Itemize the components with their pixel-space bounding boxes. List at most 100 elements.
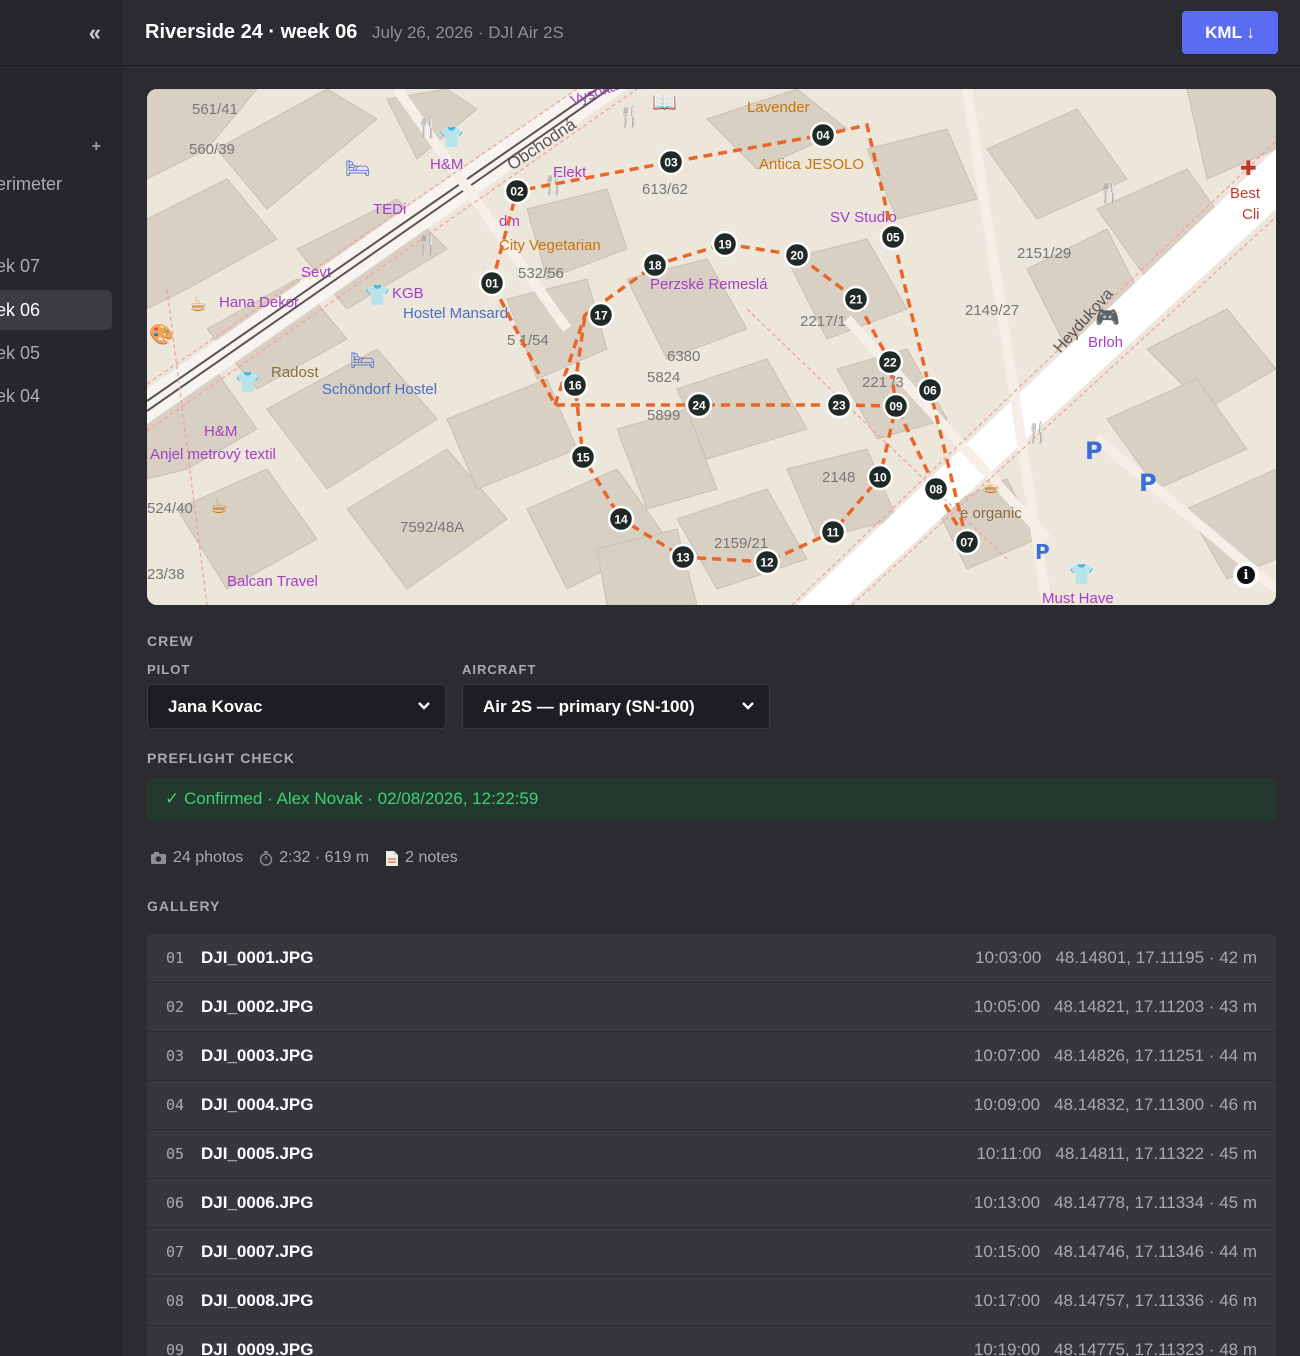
route-marker[interactable]: 10 [866, 463, 894, 491]
photo-filename: DJI_0009.JPG [201, 1340, 314, 1356]
page-header: Riverside 24 · week 06 July 26, 2026 · D… [123, 0, 1300, 66]
aircraft-label: AIRCRAFT [462, 662, 537, 677]
route-marker[interactable]: 02 [503, 177, 531, 205]
sidebar-item-week-05[interactable]: ek 05 [0, 333, 112, 373]
route-marker-label: 24 [692, 399, 706, 413]
route-marker-label: 23 [832, 399, 846, 413]
route-marker[interactable]: 03 [657, 148, 685, 176]
route-marker[interactable]: 09 [882, 392, 910, 420]
gallery-row[interactable]: 03 DJI_0003.JPG 10:07:00 48.14826, 17.11251… [147, 1032, 1276, 1081]
map-label: e organic [960, 505, 1022, 522]
route-marker-label: 16 [568, 379, 582, 393]
photo-coords: 48.14778, 17.11334 · 45 m [1054, 1193, 1257, 1212]
map-label: 5 1/54 [507, 332, 549, 349]
map-label: Antica JESOLO [759, 156, 864, 173]
cafe-icon: ☕ [189, 292, 207, 316]
crew-section-label: CREW [147, 633, 194, 649]
route-marker[interactable]: 22 [876, 348, 904, 376]
clothes-icon: 👕 [235, 370, 260, 394]
photo-time: 10:15:00 [973, 1242, 1041, 1261]
clothes-icon: 👕 [1069, 562, 1094, 586]
gallery-list: 01 DJI_0001.JPG 10:03:00 48.14801, 17.11195… [147, 934, 1276, 1356]
gallery-row[interactable]: 04 DJI_0004.JPG 10:09:00 48.14832, 17.11300… [147, 1081, 1276, 1130]
photo-time: 10:11:00 [976, 1144, 1042, 1163]
aircraft-select-value: Air 2S — primary (SN-100) [483, 696, 695, 716]
route-marker[interactable]: 20 [783, 241, 811, 269]
hotel-icon: 🛏 [345, 156, 370, 180]
route-marker[interactable]: 21 [842, 285, 870, 313]
route-marker[interactable]: 04 [809, 121, 837, 149]
photo-meta: 10:07:00 48.14826, 17.11251 · 44 m [974, 1046, 1257, 1066]
flight-map[interactable]: Obchodná Heydukova Vysoká 561/41 560/39 … [147, 89, 1276, 605]
map-label: Perzské Remeslá [650, 276, 768, 293]
sidebar-item-week-07[interactable]: ek 07 [0, 246, 112, 286]
aircraft-select[interactable]: Air 2S — primary (SN-100) [462, 684, 770, 729]
route-marker[interactable]: 17 [587, 301, 615, 329]
photo-meta: 10:05:00 48.14821, 17.11203 · 43 m [974, 997, 1257, 1017]
sidebar-item-week-06[interactable]: ek 06 [0, 290, 112, 330]
route-marker[interactable]: 05 [879, 223, 907, 251]
photo-filename: DJI_0001.JPG [201, 948, 314, 967]
route-marker[interactable]: 24 [685, 391, 713, 419]
map-label: 5899 [647, 407, 680, 424]
photo-index: 08 [166, 1292, 185, 1310]
photo-filename: DJI_0006.JPG [201, 1193, 314, 1212]
gallery-row[interactable]: 02 DJI_0002.JPG 10:05:00 48.14821, 17.11203… [147, 983, 1276, 1032]
map-label: Schöndorf Hostel [322, 381, 437, 398]
gallery-row[interactable]: 06 DJI_0006.JPG 10:13:00 48.14778, 17.11334… [147, 1179, 1276, 1228]
route-marker[interactable]: 14 [607, 505, 635, 533]
map-label: Cli [1242, 206, 1260, 223]
preflight-status-text: ✓ Confirmed · Alex Novak · 02/08/2026, 1… [165, 789, 539, 808]
map-label: 2159/21 [714, 535, 768, 552]
map-label: Best [1230, 185, 1261, 202]
sidebar-item-week-04[interactable]: ek 04 [0, 376, 112, 416]
gallery-row[interactable]: 01 DJI_0001.JPG 10:03:00 48.14801, 17.11195… [147, 934, 1276, 983]
map-label: Radost [271, 364, 319, 381]
duration-stat: 2:32 · 619 m [259, 849, 369, 867]
map-label: KGB [392, 285, 424, 302]
library-icon: 📖 [652, 90, 677, 114]
gallery-row[interactable]: 05 DJI_0005.JPG 10:11:00 48.14811, 17.11322… [147, 1130, 1276, 1179]
map-label: H&M [430, 156, 463, 173]
camera-icon [151, 852, 166, 864]
route-marker[interactable]: 18 [641, 251, 669, 279]
gallery-row[interactable]: 08 DJI_0008.JPG 10:17:00 48.14757, 17.11336… [147, 1277, 1276, 1326]
route-marker[interactable]: 11 [819, 518, 847, 546]
route-marker-label: 18 [648, 259, 662, 273]
collapse-sidebar-icon[interactable]: « [89, 20, 101, 46]
map-label: TEDi [373, 201, 406, 218]
photo-coords: 48.14775, 17.11323 · 48 m [1054, 1340, 1257, 1356]
route-marker[interactable]: 01 [478, 269, 506, 297]
route-marker[interactable]: 07 [953, 528, 981, 556]
map-info-button[interactable]: i [1233, 562, 1259, 588]
photo-index: 01 [166, 949, 185, 967]
route-marker[interactable]: 13 [669, 543, 697, 571]
pilot-select[interactable]: Jana Kovac [147, 684, 446, 729]
route-marker[interactable]: 16 [561, 371, 589, 399]
gallery-row[interactable]: 09 DJI_0009.JPG 10:19:00 48.14775, 17.11323… [147, 1326, 1276, 1356]
route-marker[interactable]: 23 [825, 391, 853, 419]
route-marker[interactable]: 08 [922, 475, 950, 503]
photo-coords: 48.14826, 17.11251 · 44 m [1054, 1046, 1257, 1065]
kml-download-button[interactable]: KML ↓ [1182, 11, 1278, 54]
route-marker[interactable]: 15 [569, 443, 597, 471]
photo-time: 10:03:00 [975, 948, 1042, 967]
route-marker-label: 12 [760, 556, 774, 570]
photo-index: 06 [166, 1194, 185, 1212]
route-marker-label: 03 [664, 156, 678, 170]
photo-coords: 48.14832, 17.11300 · 46 m [1054, 1095, 1257, 1114]
sidebar-item-perimeter[interactable]: erimeter [0, 164, 112, 204]
sidebar: « + erimeter ek 07 ek 06 ek 05 ek 04 [0, 0, 123, 1356]
gallery-row[interactable]: 07 DJI_0007.JPG 10:15:00 48.14746, 17.11346… [147, 1228, 1276, 1277]
route-marker[interactable]: 06 [916, 376, 944, 404]
photo-time: 10:17:00 [973, 1291, 1041, 1310]
page-subtitle: July 26, 2026 · DJI Air 2S [372, 23, 564, 42]
photo-filename: DJI_0005.JPG [201, 1144, 314, 1163]
add-item-icon[interactable]: + [92, 138, 101, 156]
route-marker[interactable]: 19 [711, 230, 739, 258]
photo-index: 07 [166, 1243, 185, 1261]
map-label: 560/39 [189, 141, 235, 158]
photo-filename: DJI_0008.JPG [201, 1291, 314, 1310]
notes-stat: 2 notes [385, 849, 458, 867]
route-marker[interactable]: 12 [753, 548, 781, 576]
